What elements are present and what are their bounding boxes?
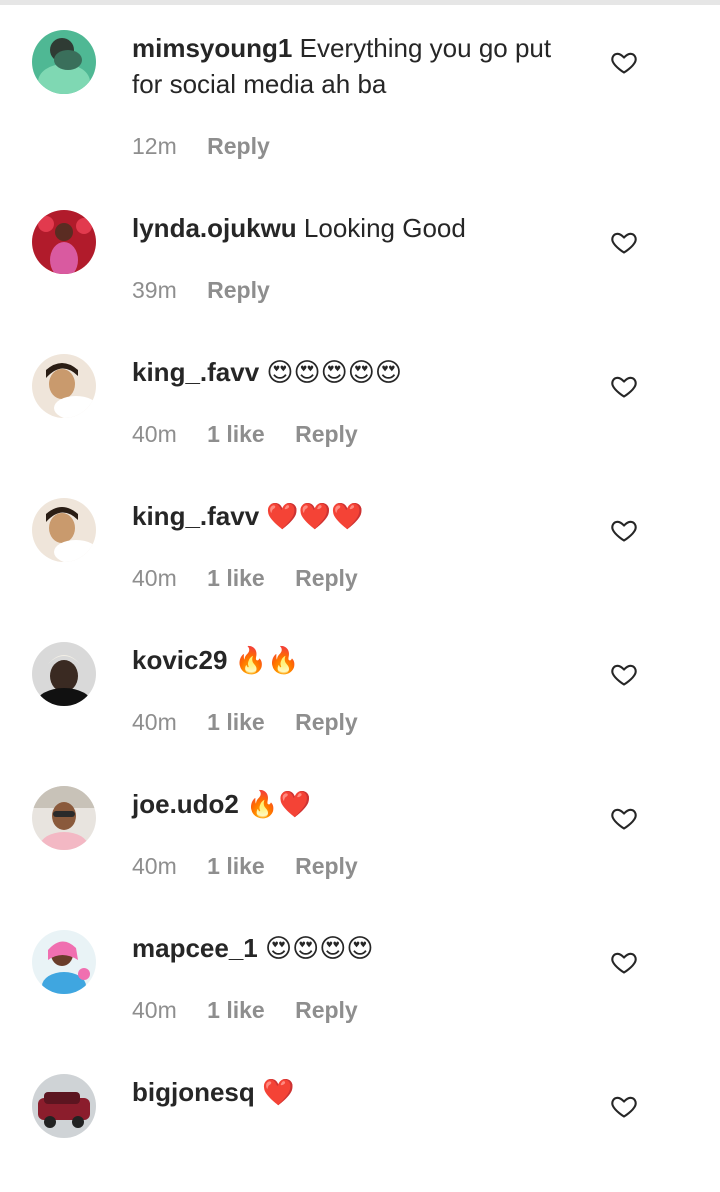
comment-meta: 40m 1 like Reply bbox=[132, 997, 382, 1024]
likes-count[interactable]: 1 like bbox=[207, 853, 265, 879]
heart-icon[interactable] bbox=[610, 660, 638, 688]
heart-icon[interactable] bbox=[610, 804, 638, 832]
likes-count[interactable]: 1 like bbox=[207, 421, 265, 447]
avatar[interactable] bbox=[32, 30, 96, 94]
avatar[interactable] bbox=[32, 642, 96, 706]
username-link[interactable]: lynda.ojukwu bbox=[132, 213, 297, 243]
reply-button[interactable]: Reply bbox=[295, 565, 358, 591]
comment-content: king_.favv ❤️❤️❤️ bbox=[132, 498, 582, 534]
comment-meta: 39m Reply bbox=[132, 277, 294, 304]
comment-item: mapcee_1 😍😍😍😍 40m 1 like Reply bbox=[0, 904, 720, 1048]
username-link[interactable]: bigjonesq bbox=[132, 1077, 255, 1107]
likes-count[interactable]: 1 like bbox=[207, 565, 265, 591]
heart-icon[interactable] bbox=[610, 228, 638, 256]
comment-time: 12m bbox=[132, 133, 177, 159]
username-link[interactable]: king_.favv bbox=[132, 357, 259, 387]
comment-content: king_.favv 😍😍😍😍😍 bbox=[132, 354, 582, 390]
username-link[interactable]: kovic29 bbox=[132, 645, 227, 675]
comment-time: 40m bbox=[132, 997, 177, 1023]
comment-item: lynda.ojukwu Looking Good 39m Reply bbox=[0, 184, 720, 328]
avatar[interactable] bbox=[32, 786, 96, 850]
comment-content: lynda.ojukwu Looking Good bbox=[132, 210, 582, 246]
comment-text: 😍😍😍😍😍 bbox=[266, 357, 402, 387]
reply-button[interactable]: Reply bbox=[295, 997, 358, 1023]
username-link[interactable]: king_.favv bbox=[132, 501, 259, 531]
avatar[interactable] bbox=[32, 498, 96, 562]
reply-button[interactable]: Reply bbox=[295, 853, 358, 879]
comment-meta: 40m 1 like Reply bbox=[132, 709, 382, 736]
comment-meta: 12m Reply bbox=[132, 133, 294, 160]
avatar[interactable] bbox=[32, 1074, 96, 1138]
comment-content: mapcee_1 😍😍😍😍 bbox=[132, 930, 582, 966]
username-link[interactable]: mimsyoung1 bbox=[132, 33, 292, 63]
username-link[interactable]: mapcee_1 bbox=[132, 933, 258, 963]
likes-count[interactable]: 1 like bbox=[207, 709, 265, 735]
comment-time: 40m bbox=[132, 709, 177, 735]
comment-time: 39m bbox=[132, 277, 177, 303]
comment-meta: 40m 1 like Reply bbox=[132, 421, 382, 448]
comment-meta: 40m 1 like Reply bbox=[132, 565, 382, 592]
heart-icon[interactable] bbox=[610, 516, 638, 544]
reply-button[interactable]: Reply bbox=[295, 709, 358, 735]
comment-text: ❤️ bbox=[262, 1077, 295, 1107]
comment-item: mimsyoung1 Everything you go put for soc… bbox=[0, 4, 720, 159]
reply-button[interactable]: Reply bbox=[295, 421, 358, 447]
heart-icon[interactable] bbox=[610, 48, 638, 76]
heart-icon[interactable] bbox=[610, 948, 638, 976]
comment-time: 40m bbox=[132, 421, 177, 447]
comment-content: bigjonesq ❤️ bbox=[132, 1074, 582, 1110]
comment-time: 40m bbox=[132, 853, 177, 879]
comment-item: king_.favv 😍😍😍😍😍 40m 1 like Reply bbox=[0, 328, 720, 472]
comment-text: ❤️❤️❤️ bbox=[266, 501, 364, 531]
comment-text: 🔥❤️ bbox=[246, 789, 311, 819]
comment-item: king_.favv ❤️❤️❤️ 40m 1 like Reply bbox=[0, 472, 720, 616]
avatar[interactable] bbox=[32, 354, 96, 418]
avatar[interactable] bbox=[32, 210, 96, 274]
comment-item: bigjonesq ❤️ bbox=[0, 1048, 720, 1192]
comment-content: kovic29 🔥🔥 bbox=[132, 642, 582, 678]
comment-content: mimsyoung1 Everything you go put for soc… bbox=[132, 30, 582, 102]
avatar[interactable] bbox=[32, 930, 96, 994]
comment-item: joe.udo2 🔥❤️ 40m 1 like Reply bbox=[0, 760, 720, 904]
heart-icon[interactable] bbox=[610, 1092, 638, 1120]
reply-button[interactable]: Reply bbox=[207, 277, 270, 303]
comment-meta: 40m 1 like Reply bbox=[132, 853, 382, 880]
comment-item: kovic29 🔥🔥 40m 1 like Reply bbox=[0, 616, 720, 760]
likes-count[interactable]: 1 like bbox=[207, 997, 265, 1023]
comment-text: 🔥🔥 bbox=[234, 645, 300, 675]
comment-text: Looking Good bbox=[303, 213, 466, 243]
comment-time: 40m bbox=[132, 565, 177, 591]
username-link[interactable]: joe.udo2 bbox=[132, 789, 239, 819]
comment-text: 😍😍😍😍 bbox=[265, 933, 374, 963]
comment-content: joe.udo2 🔥❤️ bbox=[132, 786, 582, 822]
heart-icon[interactable] bbox=[610, 372, 638, 400]
reply-button[interactable]: Reply bbox=[207, 133, 270, 159]
